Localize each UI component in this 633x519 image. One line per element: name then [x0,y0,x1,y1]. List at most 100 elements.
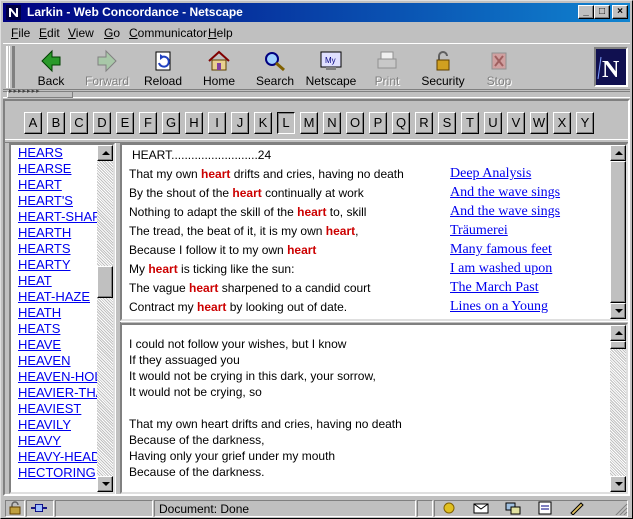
letter-button-k[interactable]: K [254,112,272,134]
word-list: HEARSHEARSEHEARTHEART'SHEART-SHAPEDHEART… [18,145,98,481]
maximize-button[interactable]: □ [594,5,610,19]
close-button[interactable]: × [612,5,628,19]
word-link[interactable]: HEATH [18,305,98,321]
letter-button-y[interactable]: Y [576,112,594,134]
poem-title-link[interactable]: Lines on a Young [450,299,548,315]
word-link[interactable]: HEAVE [18,337,98,353]
letter-button-w[interactable]: W [530,112,548,134]
word-link[interactable]: HEARSE [18,161,98,177]
menu-view[interactable]: View [68,26,94,40]
navigator-icon[interactable] [441,501,457,515]
word-link[interactable]: HEAVIEST [18,401,98,417]
poem-title-link[interactable]: And the wave sings [450,204,560,220]
letter-button-m[interactable]: M [300,112,318,134]
stop-button[interactable]: Stop [471,47,527,89]
poem-title-link[interactable]: The March Past [450,280,539,296]
scroll-thumb[interactable] [610,161,626,303]
word-link[interactable]: HEART'S [18,193,98,209]
netscape-button[interactable]: My Netscape [303,47,359,89]
scroll-up-button[interactable] [97,145,113,161]
letter-button-v[interactable]: V [507,112,525,134]
word-link[interactable]: HEATS [18,321,98,337]
title-bar[interactable]: Larkin - Web Concordance - Netscape _ □ … [3,3,630,22]
word-link[interactable]: HEAT [18,273,98,289]
letter-button-d[interactable]: D [93,112,111,134]
letter-button-o[interactable]: O [346,112,364,134]
location-bar-tab[interactable] [7,87,73,98]
menu-help[interactable]: Help [208,26,233,40]
security-button[interactable]: Security [415,47,471,89]
word-link[interactable]: HEART-SHAPED [18,209,98,225]
letter-button-i[interactable]: I [208,112,226,134]
word-link[interactable]: HEAVY [18,433,98,449]
print-button[interactable]: Print [359,47,415,89]
letter-button-j[interactable]: J [231,112,249,134]
minimize-button[interactable]: _ [578,5,594,19]
address-book-icon[interactable] [537,501,553,515]
word-link[interactable]: HEAVEN-HOLDING [18,369,98,385]
scroll-down-button[interactable] [97,476,113,492]
menu-bar: File Edit View Go Communicator Help [3,23,630,42]
letter-button-a[interactable]: A [24,112,42,134]
word-list-scrollbar[interactable] [97,145,113,492]
word-link[interactable]: HEARTY [18,257,98,273]
word-link[interactable]: HEARTS [18,241,98,257]
poem-scrollbar[interactable] [610,325,626,492]
scroll-thumb[interactable] [97,266,113,298]
letter-button-e[interactable]: E [116,112,134,134]
letter-button-u[interactable]: U [484,112,502,134]
menu-go[interactable]: Go [104,26,120,40]
menu-file[interactable]: File [11,26,30,40]
concordance-scrollbar[interactable] [610,145,626,319]
toolbar-grip[interactable] [6,46,15,88]
letter-button-x[interactable]: X [553,112,571,134]
letter-button-p[interactable]: P [369,112,387,134]
security-status-panel[interactable] [5,500,25,517]
letter-button-r[interactable]: R [415,112,433,134]
menu-communicator[interactable]: Communicator [129,26,207,40]
letter-button-c[interactable]: C [70,112,88,134]
menu-edit[interactable]: Edit [39,26,60,40]
word-link[interactable]: HEAVILY [18,417,98,433]
discussion-groups-icon[interactable] [505,501,521,515]
scroll-thumb[interactable] [610,341,626,349]
letter-button-b[interactable]: B [47,112,65,134]
poem-title-link[interactable]: And the wave sings [450,185,560,201]
word-link[interactable]: HEAVIER-THAN-AIR [18,385,98,401]
scroll-down-button[interactable] [610,476,626,492]
reload-button[interactable]: Reload [135,47,191,89]
letter-button-s[interactable]: S [438,112,456,134]
search-button[interactable]: Search [247,47,303,89]
poem-title-link[interactable]: Many famous feet [450,242,552,258]
scroll-up-button[interactable] [610,325,626,341]
letter-button-f[interactable]: F [139,112,157,134]
home-button[interactable]: Home [191,47,247,89]
letter-button-t[interactable]: T [461,112,479,134]
netscape-logo[interactable]: N [594,47,628,87]
forward-button[interactable]: Forward [79,47,135,89]
word-link[interactable]: HEARTH [18,225,98,241]
letter-button-h[interactable]: H [185,112,203,134]
poem-title-link[interactable]: I am washed upon [450,261,552,277]
word-link[interactable]: HEART [18,177,98,193]
letter-button-q[interactable]: Q [392,112,410,134]
letter-button-l[interactable]: L [277,112,295,134]
poem-title-link[interactable]: Träumerei [450,223,508,239]
forward-arrow-icon [97,49,117,73]
home-icon [208,50,230,71]
word-link[interactable]: HEARS [18,145,98,161]
scroll-down-button[interactable] [610,303,626,319]
back-button[interactable]: Back [23,47,79,89]
word-link[interactable]: HEAVY-HEADED [18,449,98,465]
letter-button-g[interactable]: G [162,112,180,134]
poem-line [129,400,402,416]
letter-button-n[interactable]: N [323,112,341,134]
composer-icon[interactable] [569,501,585,515]
word-link[interactable]: HEAT-HAZE [18,289,98,305]
word-link[interactable]: HEAVEN [18,353,98,369]
scroll-up-button[interactable] [610,145,626,161]
word-link[interactable]: HECTORING [18,465,98,481]
resize-grip-icon[interactable] [612,501,628,515]
mail-icon[interactable] [473,501,489,515]
poem-title-link[interactable]: Deep Analysis [450,166,531,182]
